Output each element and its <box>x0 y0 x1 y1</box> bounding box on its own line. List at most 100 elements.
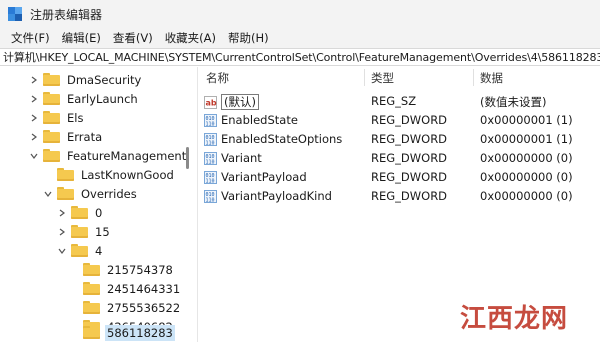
dword-value-icon: 010110 <box>204 113 217 127</box>
svg-text:ab: ab <box>206 98 217 107</box>
folder-icon <box>43 73 60 86</box>
value-name: VariantPayloadKind <box>221 189 332 203</box>
tree-item[interactable]: 0 <box>56 203 104 222</box>
folder-icon <box>43 130 60 143</box>
chevron-right-icon[interactable] <box>28 108 40 127</box>
value-name-cell: 010 110 Variant <box>204 151 262 165</box>
tree-item-label: DmaSecurity <box>67 72 142 87</box>
column-header-name[interactable]: 名称 <box>206 70 229 86</box>
menu-favorites[interactable]: 收藏夹(A) <box>159 30 222 46</box>
address-path[interactable]: 计算机\HKEY_LOCAL_MACHINE\SYSTEM\CurrentCon… <box>3 49 600 65</box>
menu-help[interactable]: 帮助(H) <box>222 30 275 46</box>
value-data: (数值未设置) <box>480 95 547 109</box>
tree-item-label: Els <box>67 110 84 125</box>
value-data: 0x00000001 (1) <box>480 113 573 127</box>
registry-editor-icon <box>8 7 22 21</box>
value-row[interactable]: ab (默认) REG_SZ (数值未设置) <box>198 92 600 111</box>
value-row[interactable]: 010 110 EnabledStateOptions REG_DWORD 0x0… <box>198 130 600 149</box>
tree-item-label: 2755536522 <box>107 300 181 315</box>
chevron-down-icon[interactable] <box>56 241 68 260</box>
column-divider[interactable] <box>473 69 474 86</box>
value-name: EnabledStateOptions <box>221 132 343 146</box>
value-type: REG_DWORD <box>371 170 448 184</box>
tree-item[interactable]: 215754378 <box>80 260 175 279</box>
folder-icon <box>57 187 74 200</box>
dword-value-icon: 010110 <box>204 170 217 184</box>
tree-item[interactable]: Errata <box>28 127 104 146</box>
column-header-data[interactable]: 数据 <box>480 70 503 86</box>
tree-item[interactable]: 4 <box>56 241 104 260</box>
tree-item-label: 0 <box>95 205 103 220</box>
folder-icon <box>71 225 88 238</box>
value-name-cell: 010 110 EnabledState <box>204 113 298 127</box>
tree-item[interactable]: 2755536522 <box>80 298 182 317</box>
tree-item[interactable]: LastKnownGood <box>54 165 176 184</box>
chevron-right-icon[interactable] <box>28 70 40 89</box>
chevron-down-icon[interactable] <box>42 184 54 203</box>
column-divider[interactable] <box>364 69 365 86</box>
tree-item[interactable]: FeatureManagement <box>28 146 188 165</box>
site-watermark: 江西龙网 <box>460 298 596 338</box>
menu-file[interactable]: 文件(F) <box>5 30 56 46</box>
value-name: VariantPayload <box>221 170 307 184</box>
chevron-right-icon[interactable] <box>28 127 40 146</box>
tree-item-label: 4 <box>95 243 103 258</box>
value-type: REG_SZ <box>371 94 417 108</box>
tree-item[interactable]: Els <box>28 108 85 127</box>
value-type: REG_DWORD <box>371 151 448 165</box>
tree-item[interactable]: 15 <box>56 222 112 241</box>
window-title: 注册表编辑器 <box>30 7 103 22</box>
folder-icon <box>71 206 88 219</box>
folder-icon <box>43 111 60 124</box>
tree-item[interactable]: DmaSecurity <box>28 70 143 89</box>
folder-icon <box>83 301 100 314</box>
folder-icon <box>83 263 100 276</box>
value-data: 0x00000000 (0) <box>480 151 573 165</box>
tree-item-label: LastKnownGood <box>81 167 174 182</box>
tree-item-label: FeatureManagement <box>67 148 187 163</box>
tree-item[interactable]: EarlyLaunch <box>28 89 140 108</box>
tree-item-label: Overrides <box>81 186 137 201</box>
chevron-right-icon[interactable] <box>28 89 40 108</box>
value-name: EnabledState <box>221 113 298 127</box>
value-name-cell: 010 110 EnabledStateOptions <box>204 132 342 146</box>
dword-value-icon: 010110 <box>204 132 217 146</box>
folder-icon <box>43 149 60 162</box>
chevron-right-icon[interactable] <box>56 203 68 222</box>
svg-text:110: 110 <box>206 197 215 203</box>
chevron-down-icon[interactable] <box>28 146 40 165</box>
column-header-type[interactable]: 类型 <box>371 70 394 86</box>
tree-item-label: 15 <box>95 224 110 239</box>
value-data: 0x00000000 (0) <box>480 170 573 184</box>
menu-bar: 文件(F) 编辑(E) 查看(V) 收藏夹(A) 帮助(H) <box>0 28 600 48</box>
tree-item-label: 215754378 <box>107 262 173 277</box>
dword-value-icon: 010110 <box>204 189 217 203</box>
value-type: REG_DWORD <box>371 132 448 146</box>
tree-item-label: Errata <box>67 129 103 144</box>
svg-text:110: 110 <box>206 178 215 184</box>
value-data: 0x00000001 (1) <box>480 132 573 146</box>
value-name-cell: ab (默认) <box>204 94 259 110</box>
key-tree[interactable]: DmaSecurity EarlyLaunch Els Errata Featu… <box>0 67 194 342</box>
tree-item[interactable]: Overrides <box>42 184 139 203</box>
tree-item-label: 586118283 <box>105 324 175 341</box>
menu-edit[interactable]: 编辑(E) <box>56 30 107 46</box>
value-row[interactable]: 010 110 EnabledState REG_DWORD 0x00000001… <box>198 111 600 130</box>
chevron-right-icon[interactable] <box>56 222 68 241</box>
value-row[interactable]: 010 110 Variant REG_DWORD 0x00000000 (0) <box>198 149 600 168</box>
value-row[interactable]: 010 110 VariantPayload REG_DWORD 0x000000… <box>198 168 600 187</box>
dword-value-icon: 010110 <box>204 151 217 165</box>
value-name-cell: 010 110 VariantPayload <box>204 170 307 184</box>
tree-scrollbar-thumb[interactable] <box>186 147 189 169</box>
value-data: 0x00000000 (0) <box>480 189 573 203</box>
value-row[interactable]: 010 110 VariantPayloadKind REG_DWORD 0x00… <box>198 187 600 206</box>
folder-icon <box>57 168 74 181</box>
tree-item[interactable]: 2451464331 <box>80 279 182 298</box>
title-bar: 注册表编辑器 <box>0 0 600 28</box>
tree-item-label: 2451464331 <box>107 281 181 296</box>
menu-view[interactable]: 查看(V) <box>107 30 159 46</box>
tree-item-label: EarlyLaunch <box>67 91 138 106</box>
tree-item-selected[interactable]: 586118283 <box>80 323 175 342</box>
address-bar[interactable]: 计算机\HKEY_LOCAL_MACHINE\SYSTEM\CurrentCon… <box>0 48 600 66</box>
value-name: (默认) <box>221 94 259 110</box>
